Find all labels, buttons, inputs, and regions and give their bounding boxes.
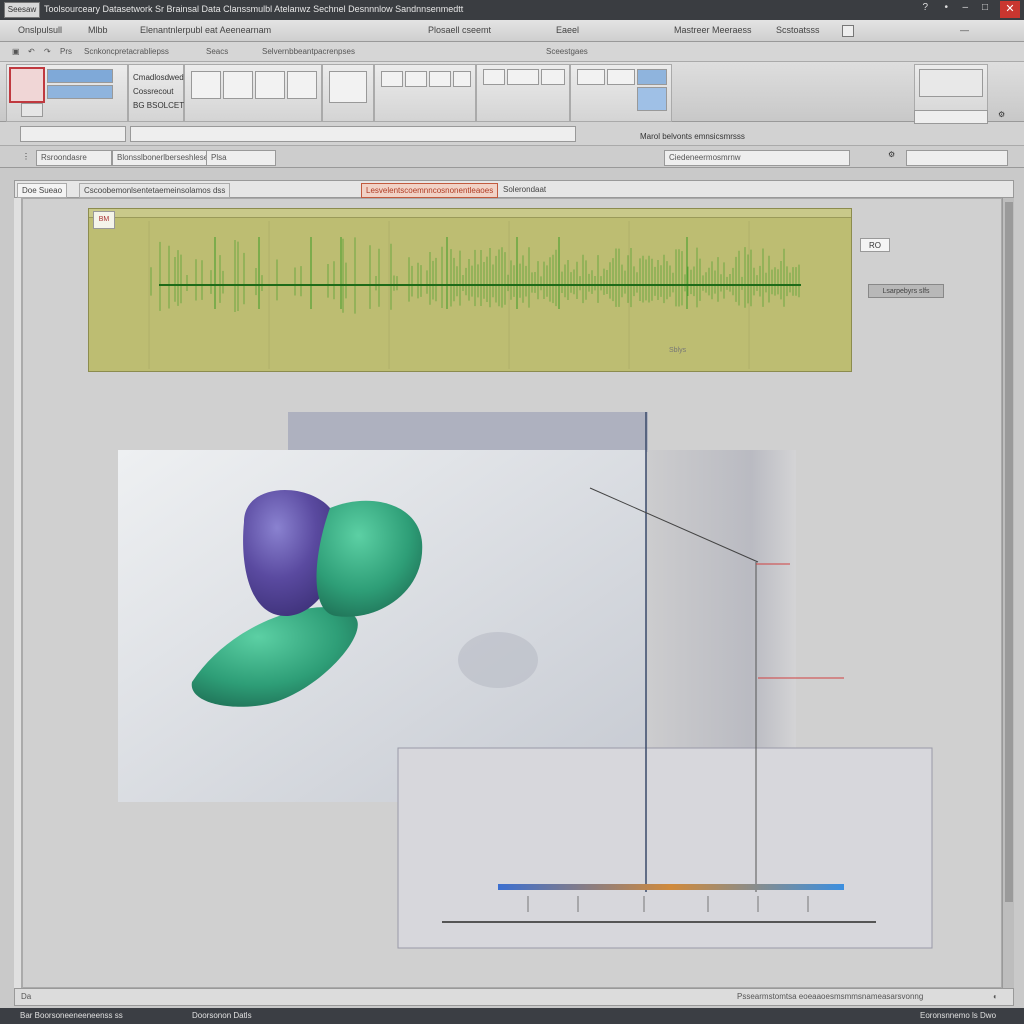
layout-button[interactable] <box>507 69 539 85</box>
view-button[interactable] <box>329 71 367 103</box>
text-field[interactable] <box>906 150 1008 166</box>
tab-doc[interactable]: Solerondaat <box>499 183 550 196</box>
panel-button[interactable] <box>914 110 988 124</box>
tab-doc[interactable]: Doe Sueao <box>17 183 68 198</box>
toolbar-secondary: ⋮ Rsroondasre Blonsslbonerlberseshlese P… <box>0 146 1024 168</box>
ribbon-group-file <box>6 64 128 122</box>
close-icon[interactable]: ✕ <box>1000 1 1020 18</box>
preview-thumbnail[interactable] <box>919 69 983 97</box>
menu-item[interactable]: Mlbb <box>88 25 108 35</box>
status-right: Pssearmstomtsa eoeaaoesmsmmsnameasarsvon… <box>737 992 924 1001</box>
ribbon-group-labels: Cmadlosdwed Cossrecout BG BSOLCET <box>128 64 184 122</box>
status-left: Da <box>21 992 32 1001</box>
ribbon-group-chart <box>374 64 476 122</box>
menu-item[interactable]: Scstoatsss <box>776 25 820 35</box>
pin-icon[interactable]: • <box>944 2 948 13</box>
tab-doc[interactable]: Cscoobemonlsentetaemeinsolamos dss <box>79 183 231 198</box>
tab-doc-active[interactable]: Lesvelentscoemnncosnonentleaoes <box>361 183 499 198</box>
side-panel-button[interactable]: Lsarpebyrs slfs <box>868 284 944 298</box>
menu-item[interactable]: Eaeel <box>556 25 579 35</box>
taskbar-clock: Eoronsnnemo ls Dwo <box>920 1011 997 1020</box>
layout-button[interactable] <box>541 69 565 85</box>
window-title: Toolsourceary Datasetwork Sr Brainsal Da… <box>44 4 464 14</box>
shadow-blob <box>458 632 538 688</box>
tool-button[interactable] <box>191 71 221 99</box>
title-bar: Seesaw Toolsourceary Datasetwork Sr Brai… <box>0 0 1024 20</box>
text-field[interactable]: Rsroondasre <box>36 150 112 166</box>
tool-button[interactable] <box>223 71 253 99</box>
menu-item[interactable]: Mastreer Meeraess <box>674 25 752 35</box>
side-badge[interactable]: RO <box>860 238 890 252</box>
text-field[interactable]: Ciedeneermosmrnw <box>664 150 850 166</box>
plot-button-active[interactable] <box>637 87 667 111</box>
plot-button[interactable] <box>607 69 635 85</box>
tool-button[interactable] <box>255 71 285 99</box>
gear-icon[interactable]: ⚙ <box>998 110 1005 119</box>
ribbon-label[interactable]: BG BSOLCET <box>133 101 184 110</box>
small-tool-button[interactable] <box>21 103 43 117</box>
new-document-button[interactable] <box>9 67 45 103</box>
toolbar-primary: Marol belvonts emnsicsmrsss ⚙ <box>0 110 1024 146</box>
left-ruler[interactable] <box>14 198 22 988</box>
blue-toggle-button[interactable] <box>47 69 113 83</box>
layout-button[interactable] <box>483 69 505 85</box>
zoom-icon[interactable]: ◐ <box>993 992 998 1001</box>
plot-button[interactable] <box>577 69 605 85</box>
restore-icon[interactable] <box>842 25 854 37</box>
tab-label[interactable]: Prs <box>60 47 72 56</box>
ribbon-label[interactable]: Cossrecout <box>133 87 173 96</box>
color-scale-bar <box>498 884 844 890</box>
toolbar-field[interactable] <box>20 126 126 142</box>
scrollbar-thumb[interactable] <box>1005 202 1013 902</box>
taskbar-item[interactable]: Bar Boorsoneeneeneenss ss <box>20 1011 123 1020</box>
taskbar: Bar Boorsoneeneeneenss ss Doorsonon Datl… <box>0 1008 1024 1024</box>
menu-bar: Onslpulsull Mlbb Elenantnlerpubl eat Aee… <box>0 20 1024 42</box>
text-field[interactable]: Blonsslbonerlberseshlese <box>112 150 208 166</box>
undo-icon[interactable]: ↶ <box>28 47 35 56</box>
panel-title: Marol belvonts emnsicsmrsss <box>640 132 745 141</box>
settings-icon[interactable]: ⚙ <box>888 150 895 159</box>
ribbon-label[interactable]: Cmadlosdwed <box>133 73 184 82</box>
ribbon: Cmadlosdwed Cossrecout BG BSOLCET <box>0 62 1024 122</box>
maximize-icon[interactable]: □ <box>982 2 988 13</box>
chart-button[interactable] <box>405 71 427 87</box>
menu-item[interactable]: Plosaell cseemt <box>428 25 491 35</box>
tab-label[interactable]: Seacs <box>206 47 228 56</box>
save-icon[interactable]: ▣ <box>12 47 20 56</box>
chart-button[interactable] <box>381 71 403 87</box>
text-field[interactable]: Plsa <box>206 150 276 166</box>
toolbar-field[interactable] <box>130 126 576 142</box>
vertical-scrollbar[interactable] <box>1002 198 1014 988</box>
backdrop-panel <box>288 412 648 452</box>
ribbon-group-plot <box>570 64 672 122</box>
waveform-axis-label: Sblys <box>669 347 687 354</box>
menu-item[interactable]: Onslpulsull <box>18 25 62 35</box>
document-tabs: Doe Sueao Cscoobemonlsentetaemeinsolamos… <box>14 180 1014 198</box>
app-menu-button[interactable]: Seesaw <box>4 2 40 18</box>
plot-button-active[interactable] <box>637 69 667 85</box>
help-icon[interactable]: ? <box>922 2 928 13</box>
ribbon-group-layout <box>476 64 570 122</box>
blue-toggle-button[interactable] <box>47 85 113 99</box>
lower-panel <box>397 747 933 949</box>
ribbon-tab-row: ▣ ↶ ↷ Prs Scnkoncpretacrabliepss Seacs S… <box>0 42 1024 62</box>
grip-icon: ⋮ <box>22 152 30 161</box>
surface-plot-3d[interactable] <box>118 412 948 952</box>
waveform-panel[interactable]: BM Sblys <box>88 208 852 372</box>
chart-button[interactable] <box>429 71 451 87</box>
taskbar-item[interactable]: Doorsonon Datls <box>192 1011 252 1020</box>
minimize-icon[interactable]: – <box>962 2 968 13</box>
menu-item[interactable]: Elenantnlerpubl eat Aeenearnam <box>140 25 271 35</box>
ribbon-group-view <box>322 64 374 122</box>
minimize-ribbon-icon[interactable]: — <box>960 25 969 35</box>
status-bar: Da Pssearmstomtsa eoeaaoesmsmmsnameasars… <box>14 988 1014 1006</box>
redo-icon[interactable]: ↷ <box>44 47 51 56</box>
chart-button[interactable] <box>453 71 471 87</box>
waveform-plot <box>148 221 801 369</box>
tab-label[interactable]: Sceestgaes <box>546 47 588 56</box>
ribbon-group-tools <box>184 64 322 122</box>
tool-button[interactable] <box>287 71 317 99</box>
tab-label[interactable]: Scnkoncpretacrabliepss <box>84 47 169 56</box>
tab-label[interactable]: Selvernbbeantpacrenpses <box>262 47 355 56</box>
